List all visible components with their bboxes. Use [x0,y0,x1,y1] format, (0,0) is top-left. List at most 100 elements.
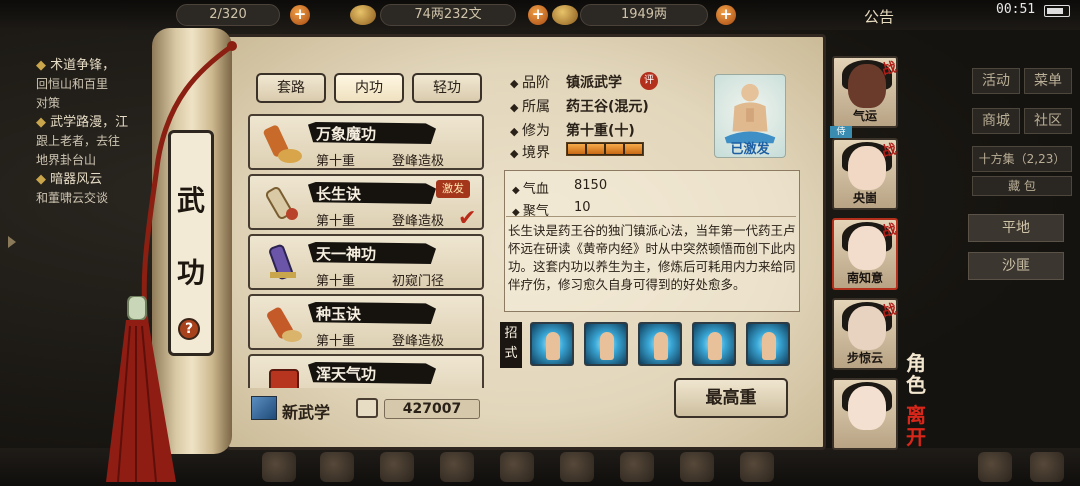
bag-button[interactable]: 藏 包 [972,176,1072,196]
move-icon[interactable] [584,322,628,366]
toolbar-icon[interactable] [262,452,296,482]
battery-icon [1044,5,1070,17]
realm-segment [587,144,604,154]
juqi-value: 10 [574,200,591,215]
evaluate-badge[interactable]: 评 [640,72,658,90]
realm-row: 境界 [510,142,550,162]
skill-level: 第十重 [316,154,356,169]
currency-add-button[interactable]: + [528,5,548,25]
tab-routines[interactable]: 套路 [256,73,326,103]
qixue-value: 8150 [574,178,608,193]
toolbar-icon[interactable] [978,452,1012,482]
tassel-cord-icon [141,41,237,337]
skill-description: 长生诀是药王谷的独门镇派心法，当年第一代药王卢怀远在研读《黄帝内经》时从中突然顿… [508,223,796,292]
leave-char: 离 [906,403,926,427]
progress-add-button[interactable]: + [290,5,310,25]
qixue-row: 气血 8150 [512,178,607,197]
move-icon[interactable] [692,322,736,366]
skill-list[interactable]: 万象魔功 第十重 登峰造极 长生诀 激发 第十重 登峰造极 ✔ 天一神功 第十重… [248,110,488,388]
checkmark-icon: ✔ [458,206,477,231]
community-button[interactable]: 社区 [1024,108,1072,134]
skill-card[interactable]: 天一神功 第十重 初窥门径 [248,234,484,290]
belong-value: 药王谷(混元) [566,99,649,115]
scroll-item-icon [263,125,302,163]
move-icon[interactable] [746,322,790,366]
rank-tag: 侍 [830,126,852,138]
scroll-item-icon [269,369,299,388]
expand-arrow-icon[interactable] [8,236,16,248]
character-name: 气运 [852,109,877,123]
skill-card[interactable]: 种玉诀 第十重 登峰造极 [248,294,484,350]
grade-row: 品阶 镇派武学 [510,72,622,92]
realm-segment [568,144,585,154]
leave-char: 开 [906,425,926,449]
top-hud: 2/320 + 74两232文 + 1949两 + 公告 00:51 [0,0,1080,30]
character-face [848,146,886,190]
toolbar-icon[interactable] [380,452,414,482]
realm-key: 境界 [510,145,550,161]
skill-points-value: 427007 [384,399,480,419]
character-name: 南知意 [846,271,883,285]
character-name: 央崮 [852,191,877,205]
belong-key: 所属 [510,99,550,115]
skill-name: 长生诀 [316,185,362,203]
shop-button[interactable]: 商城 [972,108,1020,134]
skill-stage: 登峰造极 [392,154,445,169]
gold-add-button[interactable]: + [716,5,736,25]
toolbar-icon[interactable] [500,452,534,482]
grade-key: 品阶 [510,75,550,91]
skill-card[interactable]: 万象魔功 第十重 登峰造极 [248,114,484,170]
activity-button[interactable]: 活动 [972,68,1020,94]
notice-button[interactable]: 公告 [864,6,894,27]
toolbar-icon[interactable] [320,452,354,482]
skill-level: 第十重 [316,334,356,349]
new-skill-button[interactable]: 新武学 [282,399,330,423]
cultivation-key: 修为 [510,123,550,139]
skill-stage: 登峰造极 [392,214,445,229]
toolbar-icon[interactable] [680,452,714,482]
scroll-item-icon [265,186,298,220]
book-points-icon [356,398,378,418]
toolbar-icon[interactable] [1030,452,1064,482]
terrain-bandits[interactable]: 沙匪 [968,252,1064,280]
move-figure-icon [762,332,776,360]
tab-lightness-skill[interactable]: 轻功 [412,73,482,103]
max-level-button[interactable]: 最高重 [674,378,788,418]
location-label[interactable]: 十方集（2,23） [972,146,1072,172]
move-figure-icon [708,332,722,360]
activated-badge: 激发 [436,180,470,198]
scroll-item-icon [267,307,302,342]
move-figure-icon [600,332,614,360]
toolbar-icon[interactable] [740,452,774,482]
realm-segment [606,144,623,154]
move-icon[interactable] [530,322,574,366]
move-icon[interactable] [638,322,682,366]
skill-card[interactable]: 浑天气功 [248,354,484,388]
gold-display: 1949两 [580,4,708,26]
activated-label: 已激发 [730,142,770,157]
copper-coin-icon [350,5,376,25]
character-name: 步惊云 [846,351,883,365]
role-button[interactable]: 角 色 [906,352,930,396]
character-face [848,226,886,270]
skill-stage: 登峰造极 [392,334,445,349]
leave-button[interactable]: 离 开 [906,404,930,448]
skill-name: 天一神功 [316,245,377,263]
menu-button[interactable]: 菜单 [1024,68,1072,94]
role-char: 角 [906,351,926,375]
new-skill-book-icon[interactable] [251,396,277,420]
gold-ingot-icon [552,5,578,25]
character-card[interactable] [832,378,898,450]
scroll-item-icon [269,244,296,280]
toolbar-icon[interactable] [620,452,654,482]
toolbar-icon[interactable] [560,452,594,482]
toolbar-icon[interactable] [440,452,474,482]
move-figure-icon [546,332,560,360]
skill-level: 第十重 [316,274,356,289]
grade-value: 镇派武学 [566,75,622,91]
terrain-plain[interactable]: 平地 [968,214,1064,242]
skill-card-selected[interactable]: 长生诀 激发 第十重 登峰造极 ✔ [248,174,484,231]
currency-display: 74两232文 [380,4,516,26]
system-clock: 00:51 [996,2,1036,17]
tab-inner-skill[interactable]: 内功 [334,73,404,103]
